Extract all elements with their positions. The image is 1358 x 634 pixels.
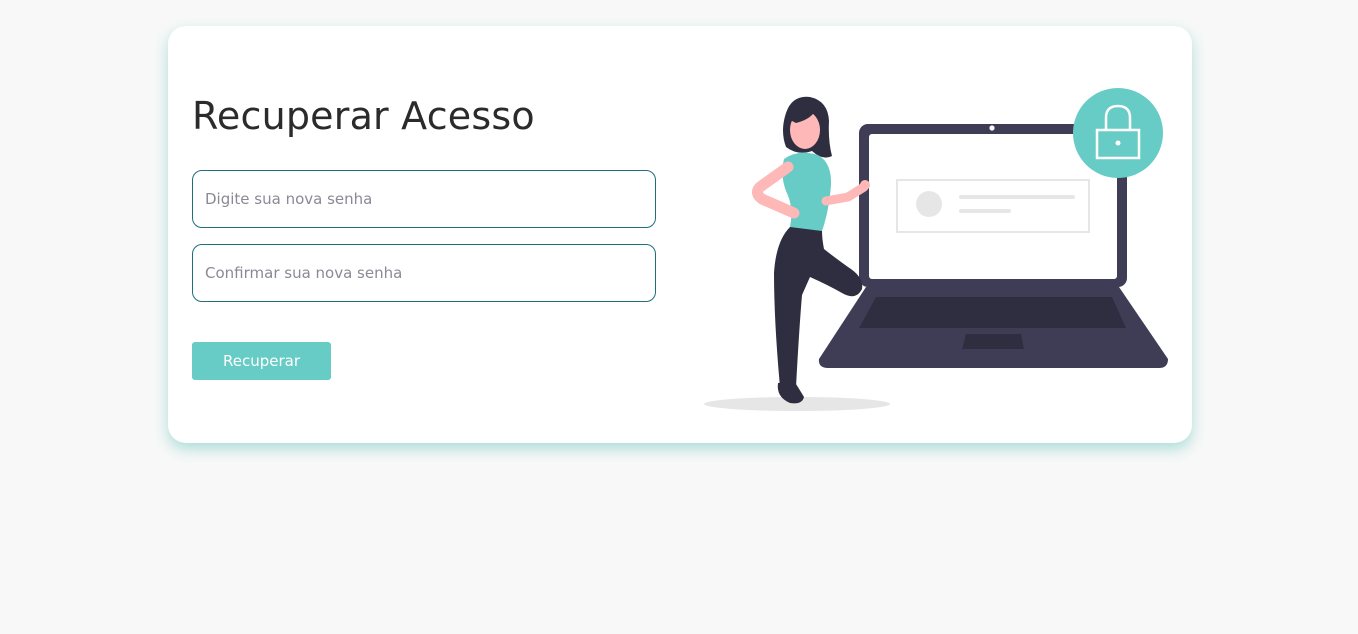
confirm-password-input[interactable] — [192, 244, 656, 302]
page-title: Recuperar Acesso — [192, 94, 535, 138]
recover-access-card: Recuperar Acesso Recuperar — [168, 26, 1192, 443]
recover-button[interactable]: Recuperar — [192, 342, 331, 380]
security-illustration — [704, 88, 1168, 411]
new-password-input[interactable] — [192, 170, 656, 228]
padlock-icon — [1073, 88, 1163, 178]
